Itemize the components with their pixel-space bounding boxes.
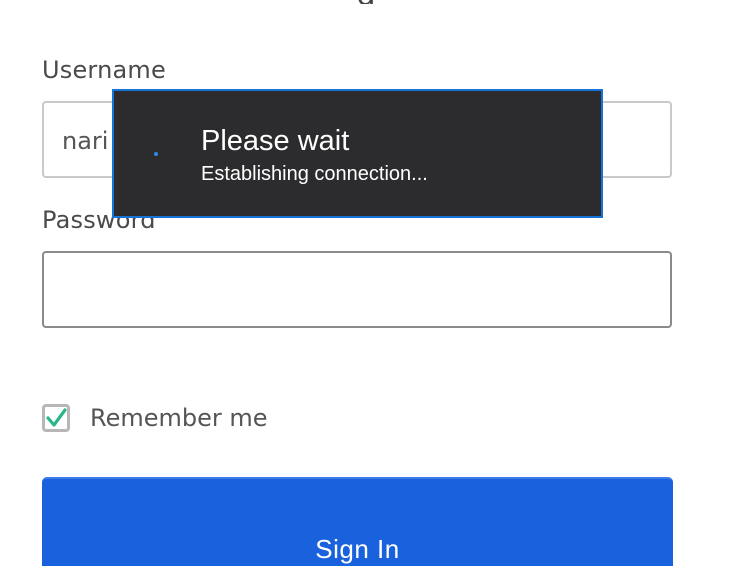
- please-wait-dialog: Please wait Establishing connection...: [112, 89, 603, 218]
- login-page: g Username nari Password Remember me Sig…: [0, 0, 732, 566]
- dialog-title: Please wait: [201, 125, 350, 157]
- password-input[interactable]: [42, 251, 672, 328]
- page-title: g: [0, 0, 732, 4]
- dialog-message: Establishing connection...: [201, 163, 428, 185]
- remember-me-checkbox[interactable]: [42, 404, 70, 432]
- loading-spinner-icon: [154, 152, 158, 156]
- checkmark-icon: [46, 408, 67, 427]
- sign-in-button[interactable]: Sign In: [42, 477, 673, 566]
- remember-me-row[interactable]: Remember me: [42, 404, 268, 432]
- username-label: Username: [42, 56, 166, 84]
- remember-me-label: Remember me: [90, 404, 268, 432]
